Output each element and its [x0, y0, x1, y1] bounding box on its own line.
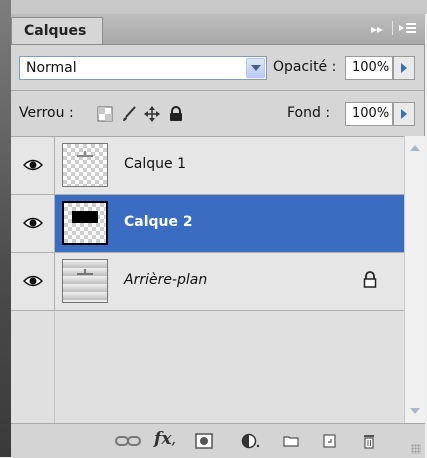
panel-menu-icon[interactable] [399, 22, 417, 34]
lock-paint-icon[interactable] [121, 106, 137, 122]
fill-slider-button[interactable] [393, 102, 415, 126]
fx-icon[interactable]: fx, [154, 429, 176, 449]
scroll-down-icon[interactable] [407, 402, 424, 419]
opacity-slider-button[interactable] [393, 56, 415, 80]
layer-name: Calque 1 [124, 156, 186, 172]
chevron-down-icon[interactable] [246, 58, 265, 78]
lock-icon [363, 271, 377, 288]
lock-all-icon[interactable] [168, 106, 184, 122]
double-arrow-icon[interactable]: ▸▸ [371, 22, 383, 36]
blend-mode-value: Normal [26, 60, 77, 76]
layer-row-arriere-plan[interactable]: Arrière-plan [11, 253, 404, 311]
layers-footer-toolbar: fx, [11, 423, 425, 458]
layers-scrollbar[interactable] [404, 136, 425, 423]
add-mask-icon[interactable] [195, 433, 213, 449]
eye-icon [23, 275, 43, 287]
fill-value: 100% [352, 106, 390, 121]
divider [11, 90, 425, 91]
background-top-strip [11, 0, 427, 14]
lock-position-icon[interactable] [144, 106, 160, 122]
layer-name: Calque 2 [124, 214, 193, 230]
layer-row-calque-2[interactable]: Calque 2 [11, 195, 404, 253]
scroll-up-icon[interactable] [407, 140, 424, 157]
lock-label: Verrou : [19, 105, 74, 121]
opacity-input[interactable]: 100% [345, 56, 393, 80]
layer-thumbnail [62, 143, 108, 187]
resize-grip[interactable] [411, 444, 421, 454]
panel-tab-bar: Calques ▸▸ [11, 14, 425, 45]
eye-icon [23, 159, 43, 171]
new-layer-icon[interactable] [322, 433, 338, 449]
background-left-strip [0, 0, 11, 457]
layer-thumbnail [62, 201, 108, 245]
fill-input[interactable]: 100% [345, 102, 393, 126]
opacity-value: 100% [352, 60, 390, 75]
adjustment-layer-icon[interactable] [241, 433, 261, 449]
visibility-toggle[interactable] [11, 195, 55, 252]
tab-bar-divider [392, 21, 393, 35]
new-group-icon[interactable] [283, 433, 299, 449]
opacity-label: Opacité : [273, 59, 337, 75]
fill-label: Fond : [287, 105, 331, 121]
layer-name: Arrière-plan [124, 272, 208, 288]
layers-list: Calque 1 Calque 2 Arrière-plan [11, 136, 404, 424]
visibility-toggle[interactable] [11, 253, 55, 310]
layers-panel: Calques ▸▸ Normal Opacité : 100% Verrou … [11, 14, 425, 458]
eye-icon [23, 217, 43, 229]
lock-transparency-icon[interactable] [97, 106, 113, 122]
visibility-toggle[interactable] [11, 137, 55, 194]
tab-calques[interactable]: Calques [11, 17, 103, 44]
empty-eye-column [11, 311, 55, 424]
blend-mode-select[interactable]: Normal [19, 56, 267, 80]
link-layers-icon[interactable] [115, 433, 141, 449]
layer-thumbnail [62, 259, 108, 303]
delete-layer-icon[interactable] [361, 433, 377, 449]
layer-row-calque-1[interactable]: Calque 1 [11, 137, 404, 195]
tab-calques-label: Calques [24, 23, 87, 39]
thumbnail-black-rect [72, 211, 98, 223]
